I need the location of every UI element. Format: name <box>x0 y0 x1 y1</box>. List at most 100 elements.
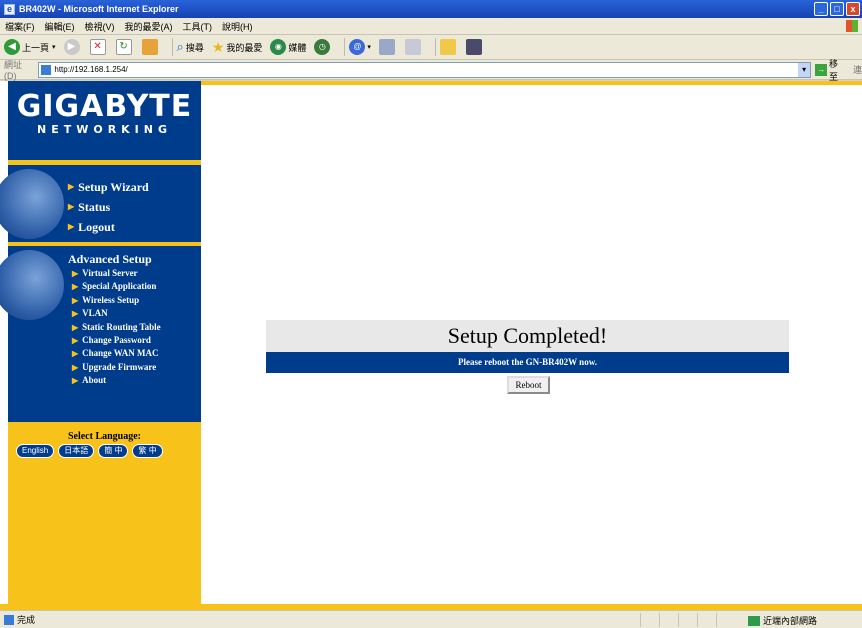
close-button[interactable]: x <box>846 2 860 16</box>
address-input[interactable]: http://192.168.1.254/ ▾ <box>38 61 812 78</box>
menu-favorites[interactable]: 我的最愛(A) <box>120 20 178 33</box>
zone-label: 近端內部網路 <box>763 616 818 626</box>
page-icon <box>41 64 52 75</box>
arrow-right-icon: ▶ <box>72 269 79 278</box>
nav-wireless-setup[interactable]: ▶ Wireless Setup <box>72 294 161 307</box>
language-buttons: English 日本語 簡 中 繁 中 <box>16 444 163 458</box>
maximize-button[interactable]: □ <box>830 2 844 16</box>
toolbar: ◀ 上一頁 ▾ ▶ ✕ ↻ ⌕ 搜尋 ★ 我的最愛 ◉ 媒體 ◷ @ ▾ <box>0 35 862 60</box>
folder-icon <box>439 39 456 55</box>
lang-english-button[interactable]: English <box>16 444 55 458</box>
select-language-label: Select Language: <box>67 431 142 442</box>
links-label[interactable]: 連 <box>853 63 862 76</box>
nav-change-password[interactable]: ▶ Change Password <box>72 334 161 347</box>
nav-static-routing-table[interactable]: ▶ Static Routing Table <box>72 321 161 334</box>
menu-file[interactable]: 檔案(F) <box>0 20 40 33</box>
gigabyte-logo: GIGABYTE NETWORKING <box>8 81 201 163</box>
minimize-button[interactable]: _ <box>814 2 828 16</box>
messenger-icon <box>465 39 482 55</box>
mail-button[interactable]: @ ▾ <box>349 37 371 57</box>
status-dividers <box>640 613 717 627</box>
favorites-label: 我的最愛 <box>226 42 263 53</box>
setup-completed-heading: Setup Completed! <box>266 320 789 352</box>
go-arrow-icon: → <box>815 63 828 76</box>
arrow-right-icon: ▶ <box>68 222 75 231</box>
window-controls: _ □ x <box>814 2 860 16</box>
page-content: GIGABYTE NETWORKING ▶ Setup Wizard ▶ Statu… <box>0 81 862 610</box>
home-icon <box>141 39 158 55</box>
address-url: http://192.168.1.254/ <box>54 65 128 74</box>
nav-label: About <box>82 375 107 386</box>
arrow-right-icon: ▶ <box>72 322 79 332</box>
nav-about[interactable]: ▶ About <box>72 374 161 387</box>
nav-logout[interactable]: ▶ Logout <box>68 217 149 237</box>
media-label: 媒體 <box>288 42 307 53</box>
toolbar-separator <box>344 38 346 56</box>
advanced-setup-title: Advanced Setup <box>68 252 152 266</box>
nav-special-application[interactable]: ▶ Special Application <box>72 280 161 293</box>
address-bar: 網址(D) http://192.168.1.254/ ▾ → 移至 連 <box>0 57 862 83</box>
arrow-right-icon: ▶ <box>72 295 79 305</box>
history-button[interactable]: ◷ <box>314 37 332 57</box>
arrow-right-icon: ▶ <box>72 309 79 319</box>
nav-change-wan-mac[interactable]: ▶ Change WAN MAC <box>72 347 161 360</box>
lang-traditional-chinese-button[interactable]: 繁 中 <box>132 444 163 458</box>
messenger-button[interactable] <box>465 37 484 57</box>
nav-label: Special Application <box>82 281 157 292</box>
nav-vlan[interactable]: ▶ VLAN <box>72 307 161 320</box>
logo-brand: GIGABYTE <box>16 89 193 124</box>
status-bar: 完成 近端內部網路 <box>0 610 862 628</box>
nav-label: Logout <box>78 220 115 234</box>
main-nav-list: ▶ Setup Wizard ▶ Status ▶ Logout <box>68 177 149 237</box>
address-dropdown-icon[interactable]: ▾ <box>798 62 811 77</box>
nav-upgrade-firmware[interactable]: ▶ Upgrade Firmware <box>72 361 161 374</box>
dropdown-icon: ▾ <box>52 44 56 51</box>
edit-icon <box>404 39 421 55</box>
window-title: BR402W - Microsoft Internet Explorer <box>19 4 179 14</box>
arrow-right-icon: ▶ <box>68 182 75 191</box>
print-button[interactable] <box>378 37 397 57</box>
nav-setup-wizard[interactable]: ▶ Setup Wizard <box>68 177 149 197</box>
top-accent-bar <box>201 81 862 85</box>
lang-simplified-chinese-button[interactable]: 簡 中 <box>98 444 129 458</box>
nav-virtual-server[interactable]: ▶ Virtual Server <box>72 267 161 280</box>
toolbar-separator <box>434 38 436 56</box>
lang-japanese-button[interactable]: 日本語 <box>58 444 95 458</box>
arrow-right-icon: ▶ <box>72 376 79 386</box>
search-label: 搜尋 <box>185 42 204 53</box>
menu-bar: 檔案(F) 編輯(E) 檢視(V) 我的最愛(A) 工具(T) 說明(H) <box>0 18 862 35</box>
nav-label: Static Routing Table <box>82 321 161 332</box>
nav-label: Wireless Setup <box>82 294 140 305</box>
reboot-button[interactable]: Reboot <box>507 376 550 394</box>
refresh-button[interactable]: ↻ <box>115 37 134 57</box>
main-nav-block: ▶ Setup Wizard ▶ Status ▶ Logout <box>0 165 201 242</box>
advanced-nav-list: ▶ Virtual Server ▶ Special Application ▶ Wi… <box>72 267 161 388</box>
nav-label: Change Password <box>82 335 151 346</box>
menu-help[interactable]: 說明(H) <box>217 20 258 33</box>
back-button[interactable]: ◀ 上一頁 ▾ <box>4 37 56 57</box>
stop-button[interactable]: ✕ <box>89 37 108 57</box>
media-button[interactable]: ◉ 媒體 <box>270 37 306 57</box>
folder-button[interactable] <box>439 37 458 57</box>
menu-tools[interactable]: 工具(T) <box>178 20 218 33</box>
home-button[interactable] <box>141 37 160 57</box>
nav-label: VLAN <box>82 308 108 319</box>
favorites-button[interactable]: ★ 我的最愛 <box>212 37 263 57</box>
forward-button[interactable]: ▶ <box>63 37 82 57</box>
window-title-bar: e BR402W - Microsoft Internet Explorer _… <box>0 0 862 18</box>
toolbar-separator <box>171 38 173 56</box>
logo-subtitle: NETWORKING <box>36 123 173 136</box>
menu-view[interactable]: 檢視(V) <box>80 20 120 33</box>
search-button[interactable]: ⌕ 搜尋 <box>177 37 204 57</box>
go-button[interactable]: → 移至 <box>815 57 847 83</box>
arrow-right-icon: ▶ <box>72 282 79 292</box>
nav-label: Change WAN MAC <box>82 348 159 359</box>
edit-button[interactable] <box>404 37 423 57</box>
arrow-right-icon: ▶ <box>72 349 79 359</box>
stop-icon: ✕ <box>89 39 106 55</box>
ie-icon: e <box>4 3 15 15</box>
nav-label: Upgrade Firmware <box>82 361 157 372</box>
arrow-right-icon: ▶ <box>72 336 79 346</box>
nav-status[interactable]: ▶ Status <box>68 197 149 217</box>
menu-edit[interactable]: 編輯(E) <box>40 20 80 33</box>
